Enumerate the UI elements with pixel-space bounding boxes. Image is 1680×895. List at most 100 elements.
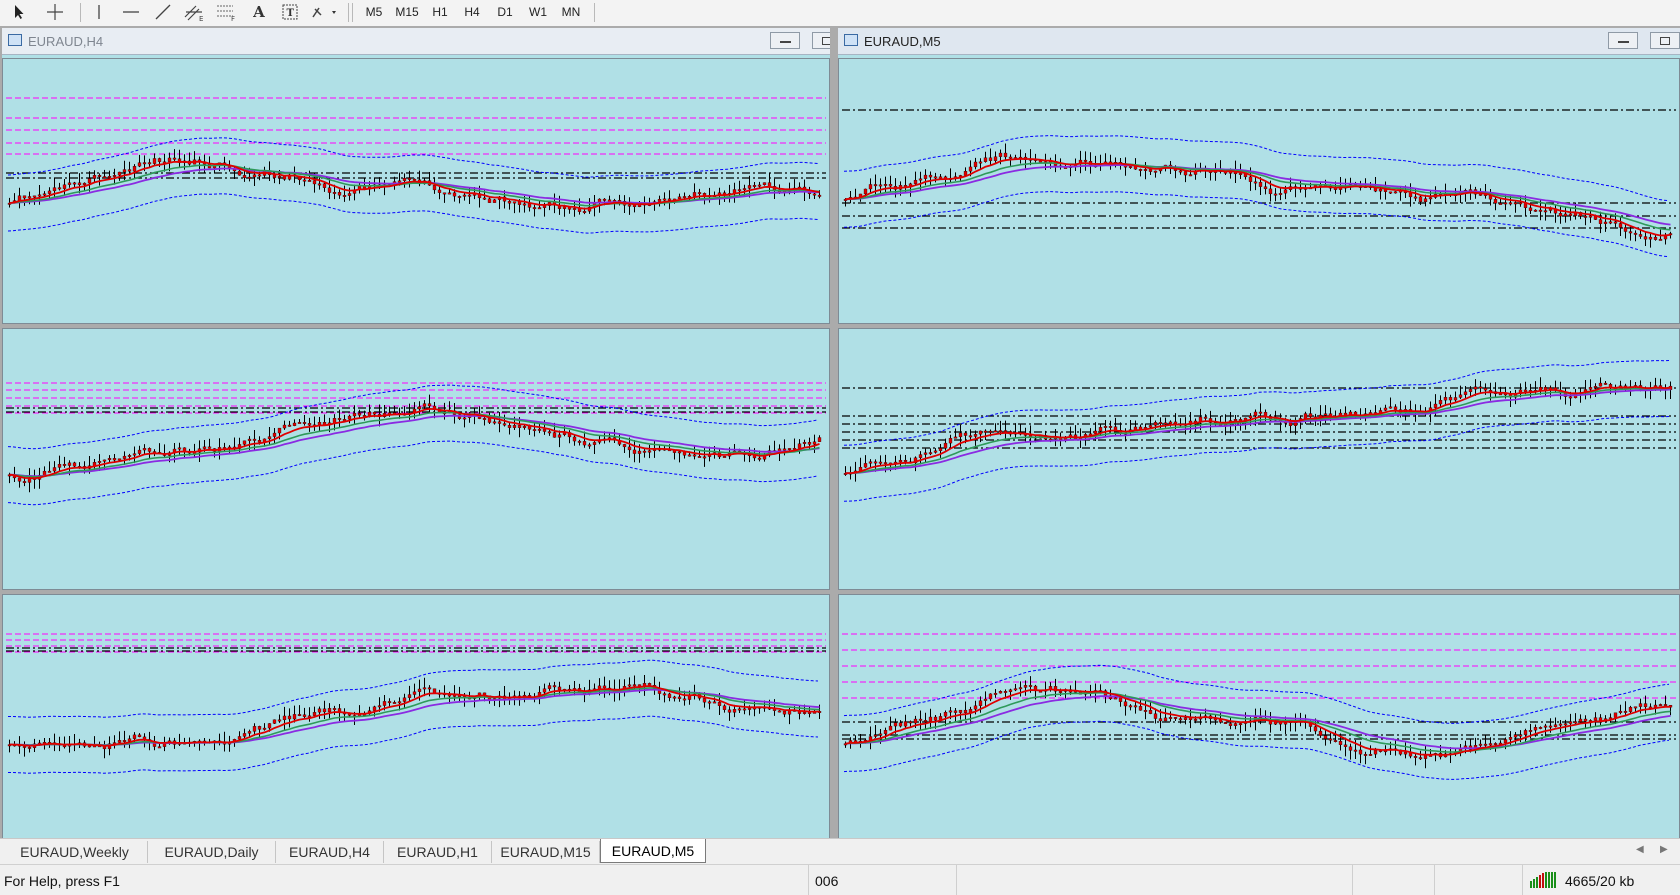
window-titlebar[interactable]: EURAUD,M5	[838, 28, 1680, 55]
tab-scroll-left-icon[interactable]: ◀	[1636, 844, 1644, 855]
chart-window[interactable]	[2, 594, 830, 864]
candle-body	[1598, 219, 1603, 224]
horizontal-line-icon[interactable]	[118, 1, 144, 23]
timeframe-w1-button[interactable]: W1	[522, 1, 554, 23]
timeframe-m15-button[interactable]: M15	[391, 1, 423, 23]
candle-body	[552, 432, 557, 438]
candle-body	[978, 161, 983, 164]
chart-window[interactable]	[838, 328, 1680, 590]
candle-body	[1583, 718, 1588, 722]
candle-body	[1233, 419, 1238, 421]
candle-body	[1163, 422, 1168, 425]
candle-body	[998, 691, 1003, 694]
tab-euraud-daily[interactable]: EURAUD,Daily	[148, 841, 276, 863]
candle-body	[747, 185, 752, 189]
minimize-button[interactable]	[770, 32, 800, 49]
candle-body	[57, 463, 62, 468]
candle-body	[1588, 387, 1593, 390]
candle-body	[22, 195, 27, 199]
candle-body	[147, 162, 152, 165]
candle-body	[697, 192, 702, 195]
candle-body	[1568, 721, 1573, 724]
price-chart[interactable]	[2, 328, 830, 590]
chart-window-euraud-h4[interactable]: EURAUD,H4	[2, 28, 830, 324]
candle-body	[1358, 749, 1363, 755]
arrows-icon[interactable]	[308, 1, 342, 23]
candle-body	[327, 187, 332, 193]
candle-body	[112, 458, 117, 461]
status-connection-cell: 4665/20 kb	[1522, 865, 1680, 895]
candle-body	[1163, 717, 1168, 722]
candle-body	[727, 709, 732, 713]
candle-body	[812, 441, 817, 445]
price-chart[interactable]	[838, 594, 1680, 864]
candle-body	[1523, 203, 1528, 208]
candle-body	[923, 452, 928, 455]
tab-scroll-right-icon[interactable]: ▶	[1660, 844, 1668, 855]
candle-body	[257, 174, 262, 177]
tab-euraud-h1[interactable]: EURAUD,H1	[384, 841, 492, 863]
candle-body	[462, 194, 467, 197]
candle-body	[72, 182, 77, 185]
price-chart[interactable]	[2, 594, 830, 864]
tab-euraud-weekly[interactable]: EURAUD,Weekly	[2, 841, 148, 863]
equidistant-channel-icon[interactable]: E	[182, 1, 208, 23]
candle-body	[948, 710, 953, 713]
candle-body	[1438, 400, 1443, 405]
timeframe-m5-button[interactable]: M5	[358, 1, 390, 23]
text-label-icon[interactable]: T	[277, 1, 303, 23]
crosshair-icon[interactable]	[42, 1, 68, 23]
candle-body	[292, 714, 297, 720]
candle-body	[893, 722, 898, 727]
cursor-icon[interactable]	[6, 1, 32, 23]
timeframe-mn-button[interactable]: MN	[555, 1, 587, 23]
chart-window[interactable]	[2, 328, 830, 590]
candle-body	[863, 188, 868, 195]
text-icon[interactable]: A	[246, 1, 272, 23]
maximize-button[interactable]	[812, 32, 830, 49]
candle-body	[1403, 751, 1408, 755]
price-chart[interactable]	[2, 58, 830, 324]
tab-euraud-m15[interactable]: EURAUD,M15	[492, 841, 600, 863]
chart-window-euraud-m5[interactable]: EURAUD,M5	[838, 28, 1680, 324]
candle-body	[1488, 743, 1493, 746]
candle-body	[1253, 181, 1258, 184]
candle-body	[437, 189, 442, 193]
candle-body	[928, 716, 933, 722]
candle-body	[1393, 406, 1398, 410]
candle-body	[1638, 234, 1643, 237]
candle-body	[948, 437, 953, 444]
candle-body	[938, 176, 943, 179]
candle-body	[707, 701, 712, 704]
candle-body	[127, 455, 132, 457]
candle-body	[142, 162, 147, 165]
candle-body	[417, 688, 422, 692]
maximize-button[interactable]	[1650, 32, 1680, 49]
window-titlebar[interactable]: EURAUD,H4	[2, 28, 830, 55]
candle-body	[963, 709, 968, 714]
candle-body	[487, 198, 492, 203]
timeframe-d1-button[interactable]: D1	[489, 1, 521, 23]
candle-body	[257, 726, 262, 730]
candle-body	[968, 166, 973, 172]
tab-euraud-h4[interactable]: EURAUD,H4	[276, 841, 384, 863]
timeframe-h4-button[interactable]: H4	[456, 1, 488, 23]
price-chart[interactable]	[838, 328, 1680, 590]
candle-body	[522, 425, 527, 428]
fibonacci-icon[interactable]: F	[214, 1, 240, 23]
candle-body	[602, 685, 607, 689]
candle-body	[988, 430, 993, 433]
minimize-button[interactable]	[1608, 32, 1638, 49]
vertical-line-icon[interactable]	[86, 1, 112, 23]
tab-euraud-m5[interactable]: EURAUD,M5	[600, 839, 706, 863]
chart-window[interactable]	[838, 594, 1680, 864]
timeframe-h1-button[interactable]: H1	[424, 1, 456, 23]
price-chart[interactable]	[838, 58, 1680, 324]
candle-body	[367, 411, 372, 416]
candle-body	[102, 459, 107, 462]
candle-body	[1263, 186, 1268, 190]
candle-body	[442, 192, 447, 195]
candle-body	[757, 184, 762, 187]
trendline-icon[interactable]	[150, 1, 176, 23]
candle-body	[702, 698, 707, 703]
